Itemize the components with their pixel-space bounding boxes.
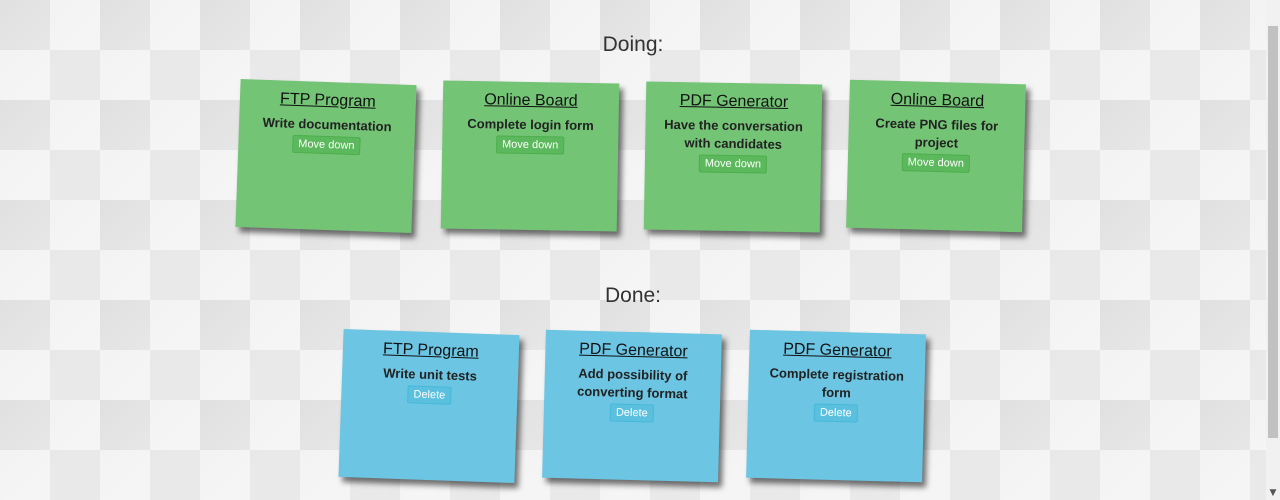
note-text: Have the conversation with candidates	[664, 116, 804, 152]
move-down-button[interactable]: Move down	[901, 153, 971, 173]
board-page: Doing: FTP Program Write documentation M…	[0, 0, 1266, 500]
note-title: PDF Generator	[782, 340, 892, 361]
doing-note-1: FTP Program Write documentation Move dow…	[235, 78, 417, 234]
note-text: Complete registration form	[769, 365, 905, 401]
note-title: Online Board	[484, 91, 578, 110]
done-note-3: PDF Generator Complete registration form…	[746, 329, 926, 483]
move-down-button[interactable]: Move down	[698, 154, 768, 174]
note-title: PDF Generator	[679, 92, 789, 111]
done-section-title: Done:	[604, 284, 662, 307]
move-down-button[interactable]: Move down	[291, 134, 361, 156]
done-note-1: FTP Program Write unit tests Delete	[338, 328, 520, 484]
vertical-scrollbar[interactable]: ▼	[1266, 0, 1280, 500]
note-text: Complete login form	[467, 115, 594, 134]
scrollbar-thumb[interactable]	[1268, 26, 1278, 438]
note-title: Online Board	[890, 90, 985, 111]
doing-note-3: PDF Generator Have the conversation with…	[643, 81, 823, 233]
done-note-2: PDF Generator Add possibility of convert…	[542, 329, 722, 483]
doing-section-title: Doing:	[602, 33, 664, 56]
note-text: Add possibility of converting format	[576, 365, 688, 402]
note-title: FTP Program	[382, 340, 480, 361]
note-text: Create PNG files for project	[875, 115, 999, 151]
move-down-button[interactable]: Move down	[495, 135, 565, 155]
note-title: PDF Generator	[578, 340, 688, 361]
delete-button[interactable]: Delete	[407, 385, 452, 405]
doing-note-2: Online Board Complete login form Move do…	[440, 80, 620, 232]
delete-button[interactable]: Delete	[609, 403, 654, 423]
note-text: Write documentation	[262, 114, 392, 135]
doing-note-4: Online Board Create PNG files for projec…	[846, 79, 1026, 233]
chevron-down-icon[interactable]: ▼	[1266, 486, 1280, 500]
delete-button[interactable]: Delete	[813, 403, 858, 423]
note-text: Write unit tests	[383, 365, 478, 384]
note-title: FTP Program	[279, 90, 377, 111]
